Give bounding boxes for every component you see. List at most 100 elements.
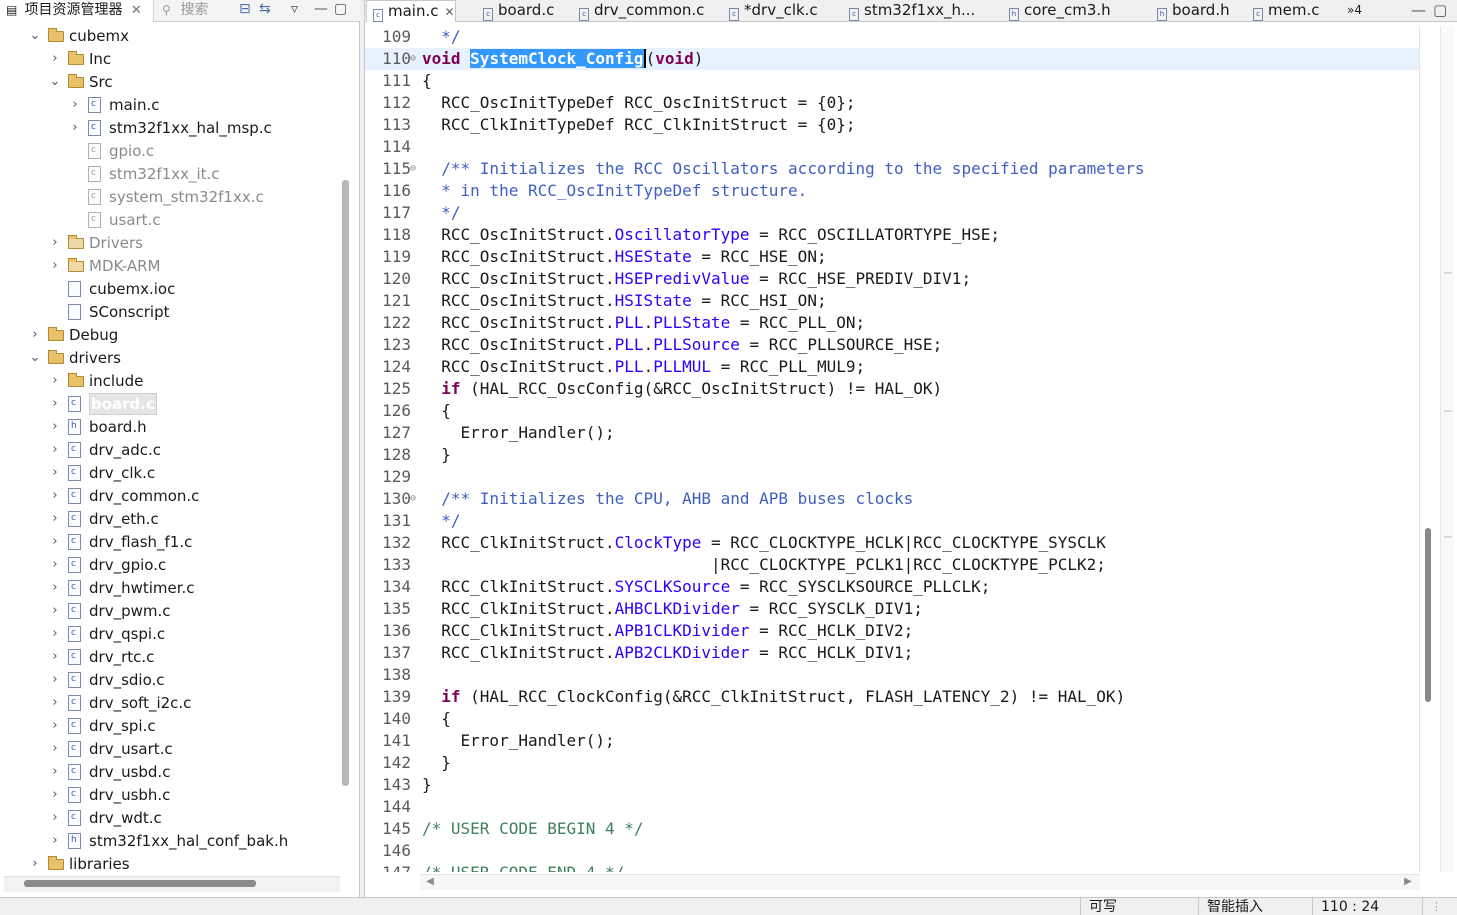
code-line[interactable]: 145 /* USER CODE BEGIN 4 */ [365,818,1419,840]
chevron-right-icon[interactable]: › [48,808,62,828]
chevron-down-icon[interactable]: ⌄ [28,26,42,46]
chevron-right-icon[interactable]: › [48,509,62,529]
code-line[interactable]: 146 [365,840,1419,862]
code-line[interactable]: 147 /* USER CODE END 4 */ [365,862,1419,872]
minimize-icon[interactable]: — [314,0,328,22]
chevron-down-icon[interactable]: ⌄ [28,348,42,368]
editor-tab[interactable]: c main.c ✕ [366,0,456,22]
chevron-right-icon[interactable]: › [48,486,62,506]
editor-tab[interactable]: c stm32f1xx_h... [843,0,975,22]
code-line[interactable]: 135 RCC_ClkInitStruct.AHBCLKDivider = RC… [365,598,1419,620]
code-line[interactable]: 130 ⊖ /** Initializes the CPU, AHB and AP… [365,488,1419,510]
chevron-right-icon[interactable]: › [28,854,42,874]
code-line[interactable]: 140 { [365,708,1419,730]
code-line[interactable]: 112 RCC_OscInitTypeDef RCC_OscInitStruct… [365,92,1419,114]
code-line[interactable]: 136 RCC_ClkInitStruct.APB1CLKDivider = R… [365,620,1419,642]
tab-overflow-button[interactable]: »4 [1341,0,1362,22]
tree-item[interactable]: › include [0,370,340,393]
code-line[interactable]: 114 [365,136,1419,158]
link-with-editor-icon[interactable]: ⇆ [259,0,271,22]
tree-item[interactable]: ⌄ cubemx [0,25,340,48]
code-line[interactable]: 120 RCC_OscInitStruct.HSEPredivValue = R… [365,268,1419,290]
close-icon[interactable]: ✕ [445,5,455,19]
tree-item[interactable]: › MDK-ARM [0,255,340,278]
editor-tab[interactable]: h core_cm3.h [1003,0,1111,22]
code-line[interactable]: 138 [365,664,1419,686]
tree-item[interactable]: › c drv_usart.c [0,738,340,761]
overview-marker[interactable] [1444,410,1452,412]
tree-item[interactable]: › h stm32f1xx_hal_conf_bak.h [0,830,340,853]
chevron-right-icon[interactable]: › [48,670,62,690]
tree-item[interactable]: › c drv_usbd.c [0,761,340,784]
code-line[interactable]: 132 RCC_ClkInitStruct.ClockType = RCC_CL… [365,532,1419,554]
chevron-down-icon[interactable]: ⌄ [48,72,62,92]
code-line[interactable]: 128 } [365,444,1419,466]
tree-item[interactable]: ⌄ Src [0,71,340,94]
tree-item[interactable]: › Drivers [0,232,340,255]
code-line[interactable]: 137 RCC_ClkInitStruct.APB2CLKDivider = R… [365,642,1419,664]
editor-tab[interactable]: c drv_common.c [573,0,704,22]
view-menu-icon[interactable]: ▿ [291,0,298,22]
tree-item[interactable]: cubemx.ioc [0,278,340,301]
code-line[interactable]: 121 RCC_OscInitStruct.HSIState = RCC_HSI… [365,290,1419,312]
tree-item[interactable]: › c drv_adc.c [0,439,340,462]
scroll-right-icon[interactable]: ▶ [1401,874,1415,890]
tree-item[interactable]: › Debug [0,324,340,347]
editor-tab[interactable]: c mem.c [1247,0,1319,22]
code-line[interactable]: 129 [365,466,1419,488]
chevron-right-icon[interactable]: › [48,394,62,414]
chevron-right-icon[interactable]: › [48,555,62,575]
code-line[interactable]: 144 [365,796,1419,818]
code-line[interactable]: 141 Error_Handler(); [365,730,1419,752]
tree-item[interactable]: c system_stm32f1xx.c [0,186,340,209]
code-line[interactable]: 111 { [365,70,1419,92]
code-line[interactable]: 134 RCC_ClkInitStruct.SYSCLKSource = RCC… [365,576,1419,598]
tree-item[interactable]: › libraries [0,853,340,876]
tree-item[interactable]: › c drv_rtc.c [0,646,340,669]
chevron-right-icon[interactable]: › [48,624,62,644]
overview-marker[interactable] [1444,536,1452,538]
tab-project-explorer[interactable]: ▤ 项目资源管理器 ✕ [0,0,154,22]
chevron-right-icon[interactable]: › [48,693,62,713]
code-line[interactable]: 122 RCC_OscInitStruct.PLL.PLLState = RCC… [365,312,1419,334]
tree-vertical-scrollbar[interactable] [342,180,349,786]
tree-item[interactable]: › c drv_pwm.c [0,600,340,623]
scroll-left-icon[interactable]: ◀ [423,874,437,890]
tree-item[interactable]: › c drv_eth.c [0,508,340,531]
code-line[interactable]: 139 if (HAL_RCC_ClockConfig(&RCC_ClkInit… [365,686,1419,708]
code-line[interactable]: 109 */ [365,26,1419,48]
code-line[interactable]: 125 if (HAL_RCC_OscConfig(&RCC_OscInitSt… [365,378,1419,400]
overview-marker[interactable] [1444,272,1452,274]
tree-item[interactable]: › c drv_soft_i2c.c [0,692,340,715]
tree-item[interactable]: › Inc [0,48,340,71]
code-line[interactable]: 119 RCC_OscInitStruct.HSEState = RCC_HSE… [365,246,1419,268]
tree-item[interactable]: › c drv_qspi.c [0,623,340,646]
code-line[interactable]: 116 * in the RCC_OscInitTypeDef structur… [365,180,1419,202]
maximize-icon[interactable]: ▢ [334,0,347,22]
tree-horizontal-scrollbar[interactable] [24,880,256,887]
code-line[interactable]: 124 RCC_OscInitStruct.PLL.PLLMUL = RCC_P… [365,356,1419,378]
tree-item[interactable]: c gpio.c [0,140,340,163]
chevron-right-icon[interactable]: › [68,118,82,138]
chevron-right-icon[interactable]: › [48,831,62,851]
code-line[interactable]: 126 { [365,400,1419,422]
code-editor[interactable]: 109 */110 ⊖ void SystemClock_Config (void) 1… [365,26,1419,872]
tree-item[interactable]: › c drv_gpio.c [0,554,340,577]
maximize-icon[interactable]: ▢ [1427,0,1447,22]
chevron-right-icon[interactable]: › [48,233,62,253]
fold-toggle-icon[interactable]: ⊖ [410,158,416,180]
chevron-right-icon[interactable]: › [68,95,82,115]
chevron-right-icon[interactable]: › [48,49,62,69]
editor-tab[interactable]: h board.h [1151,0,1230,22]
tree-item[interactable]: c stm32f1xx_it.c [0,163,340,186]
chevron-right-icon[interactable]: › [48,463,62,483]
tree-item[interactable]: › c drv_flash_f1.c [0,531,340,554]
tree-item[interactable]: › c drv_sdio.c [0,669,340,692]
close-icon[interactable]: ✕ [131,3,142,18]
code-line[interactable]: 131 */ [365,510,1419,532]
editor-horizontal-scroll-track[interactable] [420,874,1420,890]
tree-item[interactable]: › c main.c [0,94,340,117]
tree-item[interactable]: › c drv_hwtimer.c [0,577,340,600]
tree-item[interactable]: ⌄ drivers [0,347,340,370]
tree-item[interactable]: › c stm32f1xx_hal_msp.c [0,117,340,140]
